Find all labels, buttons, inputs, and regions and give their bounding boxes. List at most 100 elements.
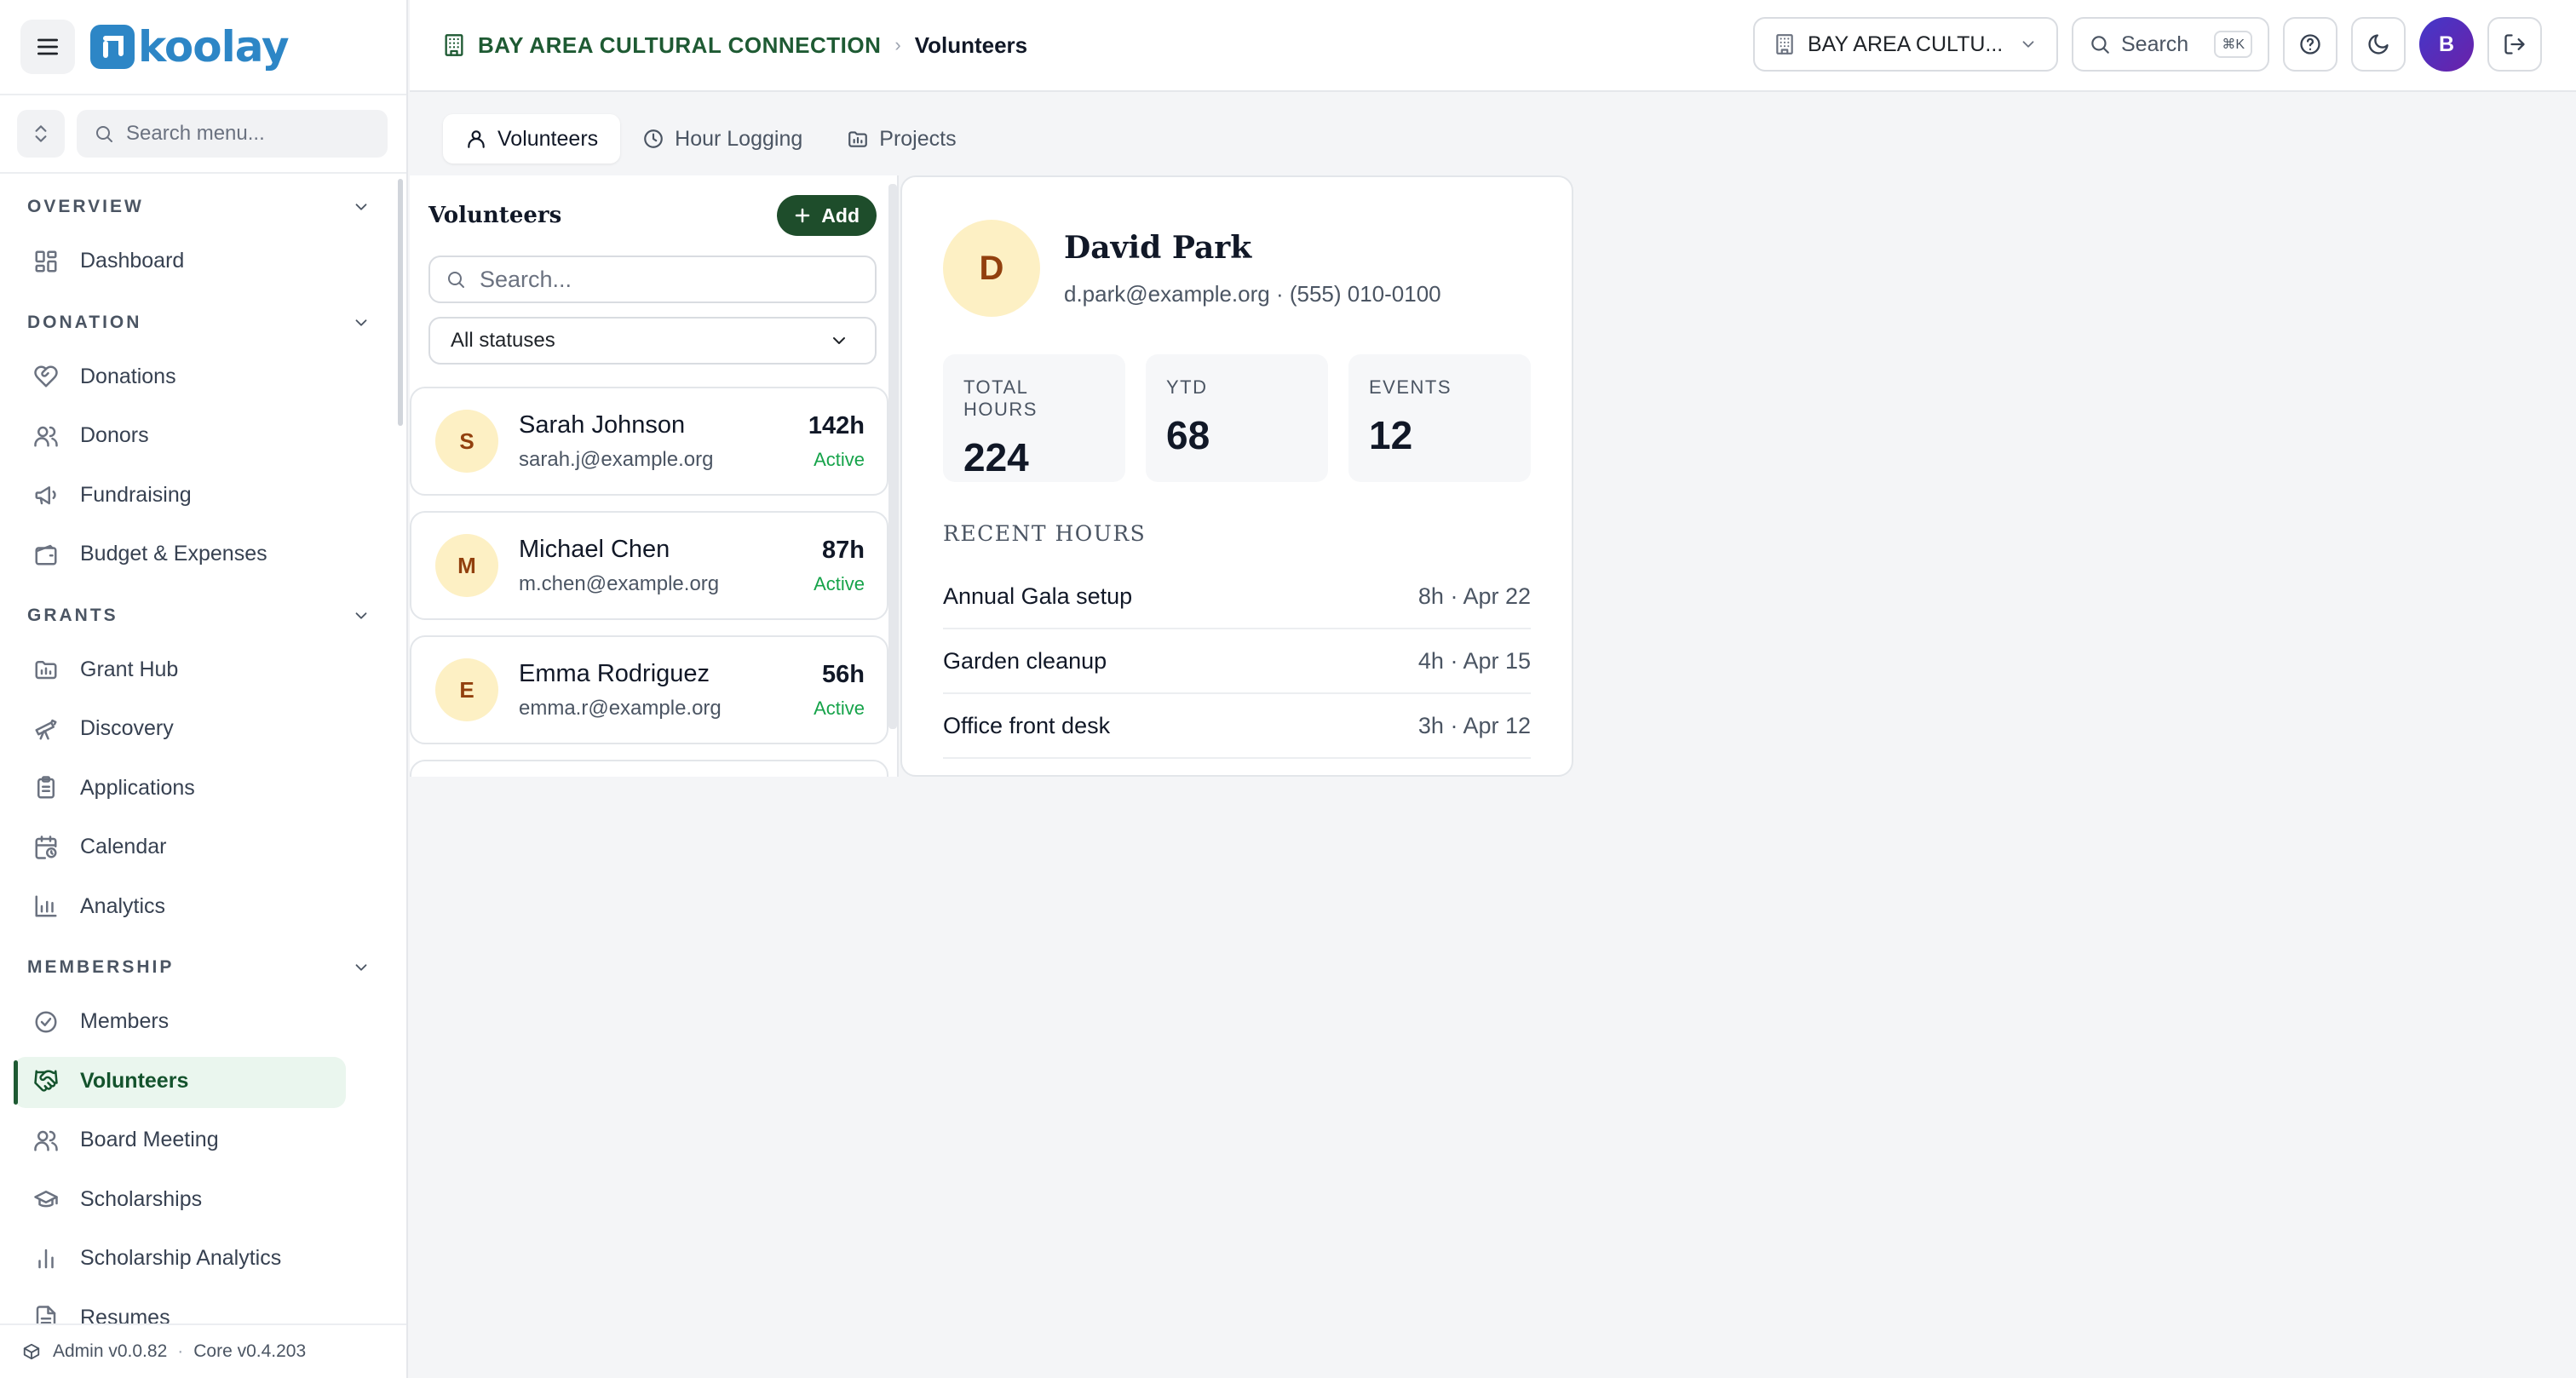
heart-hand-icon — [32, 363, 60, 390]
add-volunteer-button[interactable]: Add — [777, 195, 877, 236]
sidebar-item-calendar[interactable]: Calendar — [0, 818, 406, 877]
sidebar-item-label: Resumes — [80, 1305, 170, 1323]
stat-value: 224 — [963, 435, 1029, 479]
section-grants[interactable]: GRANTS — [0, 591, 406, 640]
breadcrumb-org-link[interactable]: BAY AREA CULTURAL CONNECTION — [478, 32, 881, 59]
sidebar-item-scholarship-analytics[interactable]: Scholarship Analytics — [0, 1229, 406, 1289]
sidebar-item-grant-hub[interactable]: Grant Hub — [0, 640, 406, 700]
recent-hours-value: 8h · Apr 22 — [1417, 583, 1531, 609]
volunteer-avatar: M — [435, 534, 498, 597]
sidebar-item-volunteers[interactable]: Volunteers — [0, 1052, 406, 1111]
recent-hours-activity: Annual Gala setup — [943, 583, 1133, 609]
add-button-label: Add — [821, 204, 860, 227]
sidebar-item-label: Scholarship Analytics — [80, 1246, 282, 1271]
volunteer-list-scrollbar[interactable] — [888, 184, 897, 729]
volunteer-detail-contact: d.park@example.org · (555) 010-0100 — [1064, 280, 1441, 307]
recent-hours-row: Office front desk 3h · Apr 12 — [943, 694, 1531, 759]
core-version: Core v0.4.203 — [193, 1341, 307, 1361]
sidebar-item-scholarships[interactable]: Scholarships — [0, 1170, 406, 1230]
menu-search-input[interactable]: Search menu... — [77, 110, 388, 158]
folder-icon — [848, 131, 868, 147]
chevron-down-icon — [355, 204, 367, 210]
stat-value: 12 — [1369, 413, 1413, 457]
package-icon — [23, 1343, 40, 1360]
moon-icon — [2368, 34, 2389, 55]
sidebar-item-label: Board Meeting — [80, 1128, 219, 1152]
sidebar-item-donations[interactable]: Donations — [0, 347, 406, 407]
sidebar-item-board-meeting[interactable]: Board Meeting — [0, 1111, 406, 1170]
section-membership[interactable]: MEMBERSHIP — [0, 943, 406, 992]
bar-chart-icon — [32, 893, 60, 920]
volunteer-list: S Sarah Johnson sarah.j@example.org 142h… — [410, 387, 897, 777]
breadcrumb-current-page: Volunteers — [914, 32, 1028, 58]
hamburger-icon — [37, 38, 58, 55]
volunteer-card-partial[interactable] — [410, 760, 888, 777]
clipboard-icon — [32, 774, 60, 801]
recent-hours-value: 3h · Apr 12 — [1417, 712, 1531, 738]
organization-selector[interactable]: BAY AREA CULTU... — [1753, 17, 2058, 72]
theme-toggle-button[interactable] — [2351, 17, 2406, 72]
volunteer-avatar: S — [435, 410, 498, 473]
wallet-icon — [32, 541, 60, 568]
grid-icon — [32, 248, 60, 275]
sidebar-header: koolay — [0, 0, 406, 95]
search-icon — [2091, 36, 2109, 54]
clock-icon — [644, 129, 663, 148]
volunteer-avatar: E — [435, 658, 498, 721]
graduation-cap-icon — [32, 1186, 60, 1213]
breadcrumb-separator: › — [894, 34, 901, 55]
sidebar-scrollbar[interactable] — [398, 179, 403, 426]
sidebar-item-label: Donations — [80, 364, 176, 388]
volunteer-status: Active — [814, 448, 865, 470]
users-icon — [32, 1127, 60, 1154]
sidebar-item-members[interactable]: Members — [0, 992, 406, 1052]
expand-collapse-button[interactable] — [17, 110, 65, 158]
volunteer-card[interactable]: E Emma Rodriguez emma.r@example.org 56h … — [410, 635, 888, 744]
sidebar-item-resumes[interactable]: Resumes — [0, 1289, 406, 1323]
brand-logo[interactable]: koolay — [90, 22, 290, 72]
sidebar-item-dashboard[interactable]: Dashboard — [0, 232, 406, 291]
sidebar-item-label: Members — [80, 1009, 170, 1034]
volunteer-search-input[interactable]: Search... — [428, 256, 877, 303]
plus-icon — [796, 208, 810, 223]
chevron-down-icon — [355, 611, 367, 619]
recent-hours-title: RECENT HOURS — [943, 521, 1147, 546]
sidebar-nav: OVERVIEW Dashboard DONATION Donations Do… — [0, 175, 406, 1323]
organization-selector-value: BAY AREA CULTU... — [1808, 32, 2004, 56]
status-filter-select[interactable]: All statuses — [428, 317, 877, 365]
sidebar-footer: Admin v0.0.82 · Core v0.4.203 — [0, 1323, 406, 1378]
help-button[interactable] — [2283, 17, 2337, 72]
section-title: DONATION — [27, 312, 142, 332]
sidebar-item-analytics[interactable]: Analytics — [0, 877, 406, 937]
sidebar-item-label: Budget & Expenses — [80, 542, 267, 566]
volunteer-detail-header: D David Park d.park@example.org · (555) … — [902, 177, 1572, 317]
users-icon — [32, 422, 60, 450]
chevron-down-icon — [355, 964, 367, 971]
document-icon — [32, 1304, 60, 1323]
sidebar-item-applications[interactable]: Applications — [0, 759, 406, 818]
user-avatar[interactable]: B — [2419, 17, 2474, 72]
chevron-down-icon — [355, 319, 367, 326]
section-donation[interactable]: DONATION — [0, 298, 406, 347]
section-overview[interactable]: OVERVIEW — [0, 182, 406, 232]
chevron-down-icon — [2022, 41, 2034, 48]
global-search-button[interactable]: Search ⌘K — [2072, 17, 2269, 72]
sidebar-item-discovery[interactable]: Discovery — [0, 699, 406, 759]
sidebar-item-budget-expenses[interactable]: Budget & Expenses — [0, 525, 406, 584]
top-header: BAY AREA CULTURAL CONNECTION › Volunteer… — [410, 0, 2576, 92]
hamburger-menu-button[interactable] — [20, 20, 75, 74]
volunteer-hours: 87h — [822, 536, 865, 564]
logout-button[interactable] — [2487, 17, 2542, 72]
volunteer-name: Emma Rodriguez — [519, 659, 710, 687]
volunteer-card[interactable]: S Sarah Johnson sarah.j@example.org 142h… — [410, 387, 888, 496]
logout-icon — [2504, 34, 2525, 55]
tab-projects[interactable]: Projects — [825, 114, 978, 164]
tab-hour-logging[interactable]: Hour Logging — [620, 114, 825, 164]
volunteer-card[interactable]: M Michael Chen m.chen@example.org 87h Ac… — [410, 511, 888, 620]
sidebar-item-fundraising[interactable]: Fundraising — [0, 466, 406, 525]
bar-chart-icon — [32, 1245, 60, 1272]
sidebar-item-label: Applications — [80, 775, 195, 800]
tab-volunteers[interactable]: Volunteers — [443, 114, 621, 164]
sidebar-item-donors[interactable]: Donors — [0, 406, 406, 466]
section-title: OVERVIEW — [27, 197, 144, 216]
